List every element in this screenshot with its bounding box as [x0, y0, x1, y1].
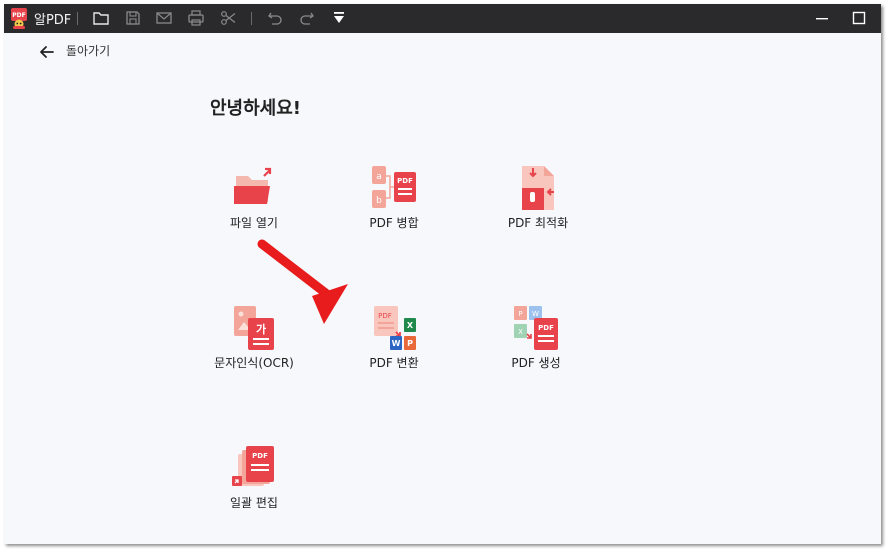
svg-text:X: X: [518, 328, 523, 336]
svg-text:P: P: [407, 339, 413, 348]
folder-icon[interactable]: [92, 9, 110, 27]
page-title: 안녕하세요!: [210, 98, 302, 119]
tile-label: 문자인식(OCR): [214, 356, 294, 370]
toolbar-separator: [251, 12, 252, 25]
svg-text:W: W: [392, 339, 401, 348]
merge-pdf-icon: a b PDF: [370, 164, 418, 212]
title-bar: PDF 알PDF: [4, 4, 881, 33]
mail-icon[interactable]: [155, 9, 173, 27]
scissors-icon[interactable]: [219, 9, 237, 27]
save-icon[interactable]: [124, 9, 142, 27]
tile-label: 일괄 편집: [230, 496, 278, 510]
tile-label: PDF 병합: [369, 216, 419, 230]
svg-text:PDF: PDF: [252, 452, 268, 460]
tile-label: PDF 최적화: [507, 216, 569, 230]
svg-text:a: a: [376, 172, 382, 182]
batch-edit-icon: PDF: [230, 444, 278, 492]
tile-merge-pdf[interactable]: a b PDF PDF 병합: [330, 164, 450, 244]
svg-text:P: P: [518, 310, 522, 318]
svg-text:PDF: PDF: [538, 324, 554, 332]
print-icon[interactable]: [187, 9, 205, 27]
create-pdf-icon: P W X PDF: [512, 304, 560, 352]
undo-icon[interactable]: [266, 9, 284, 27]
back-label: 돌아가기: [66, 44, 111, 58]
tile-label: PDF 변환: [369, 356, 419, 370]
tile-label: 파일 열기: [230, 216, 278, 230]
svg-text:b: b: [376, 196, 382, 206]
optimize-pdf-icon: [514, 164, 562, 212]
annotation-arrow: [254, 236, 364, 331]
svg-text:PDF: PDF: [397, 177, 413, 185]
redo-icon[interactable]: [298, 9, 316, 27]
app-logo-icon: PDF: [8, 7, 30, 29]
maximize-icon[interactable]: [850, 9, 868, 27]
toolbar-separator: [77, 12, 78, 25]
dropdown-icon[interactable]: [330, 9, 348, 27]
svg-text:X: X: [407, 321, 414, 330]
minimize-icon[interactable]: [813, 9, 831, 27]
svg-text:PDF: PDF: [12, 12, 25, 19]
arrow-left-icon: [38, 43, 56, 61]
tile-optimize-pdf[interactable]: PDF 최적화: [474, 164, 594, 244]
open-file-icon: [230, 164, 278, 212]
tile-label: PDF 생성: [511, 356, 561, 370]
svg-text:PDF: PDF: [378, 312, 392, 320]
app-name: 알PDF: [34, 13, 72, 28]
convert-pdf-icon: PDF X W P: [370, 304, 418, 352]
tile-batch-edit[interactable]: PDF 일괄 편집: [190, 444, 310, 524]
app-window: PDF 알PDF 돌아가기 안녕하세요! 파일 열기 a b PDF PDF 병…: [4, 4, 881, 544]
svg-text:W: W: [532, 310, 539, 318]
tile-create-pdf[interactable]: P W X PDF PDF 생성: [472, 304, 592, 384]
tile-open-file[interactable]: 파일 열기: [190, 164, 310, 244]
